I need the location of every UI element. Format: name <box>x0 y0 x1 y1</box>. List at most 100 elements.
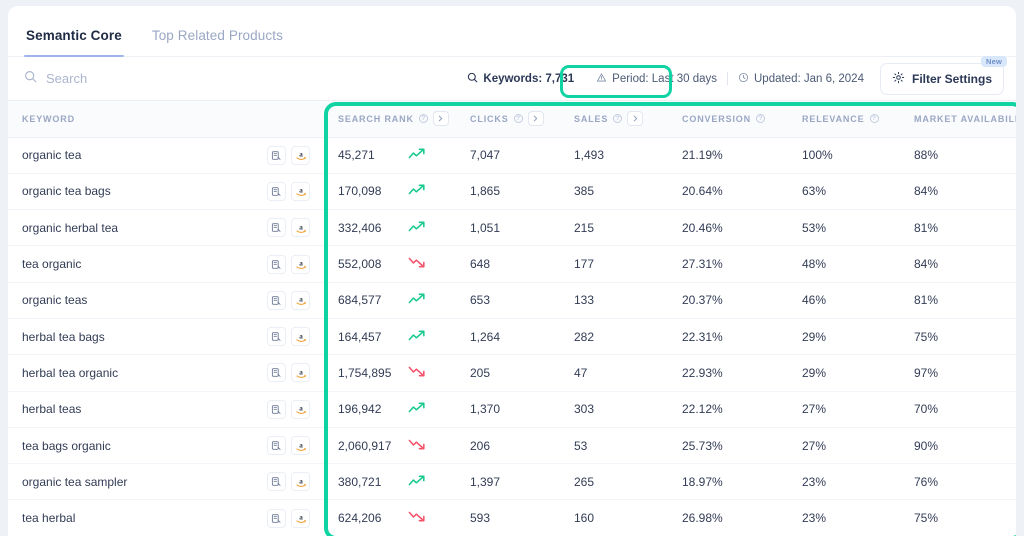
cell-clicks: 7,047 <box>456 137 560 174</box>
cell-search-rank: 196,942 <box>324 391 456 428</box>
column-header-keyword[interactable]: KEYWORD <box>8 101 324 138</box>
cell-market-availability: 84% <box>900 245 1016 283</box>
period-indicator[interactable]: Period: Last 30 days <box>586 72 727 86</box>
cell-sales: 215 <box>560 209 668 247</box>
cell-conversion: 21.19% <box>668 137 788 174</box>
search-rank-value: 380,721 <box>338 474 382 489</box>
cell-sales: 385 <box>560 173 668 211</box>
column-label: SALES <box>574 113 609 124</box>
amazon-icon[interactable]: a <box>291 363 310 383</box>
info-icon[interactable]: ? <box>613 114 623 124</box>
column-label: RELEVANCE <box>802 113 865 124</box>
keyword-analytics-icon[interactable] <box>267 218 286 238</box>
keywords-table: KEYWORD SEARCH RANK ? CLICKS ? SALES ? C… <box>8 101 1016 536</box>
amazon-icon[interactable]: a <box>291 399 310 419</box>
info-icon[interactable]: ? <box>756 114 766 124</box>
tab-bar: Semantic Core Top Related Products <box>8 6 1016 57</box>
amazon-icon[interactable]: a <box>291 472 310 492</box>
svg-text:a: a <box>299 405 303 413</box>
search-rank-value: 552,008 <box>338 257 382 272</box>
keyword-analytics-icon[interactable] <box>267 327 286 347</box>
cell-market-availability: 88% <box>900 137 1016 174</box>
keyword-analytics-icon[interactable] <box>267 363 286 383</box>
filter-settings-button[interactable]: Filter Settings New <box>879 55 1007 95</box>
tab-semantic-core[interactable]: Semantic Core <box>24 28 124 57</box>
table-row[interactable]: organic herbal tea a 332,406 1,051 215 20.46%… <box>8 209 1016 247</box>
search-input[interactable] <box>46 71 306 86</box>
search-box[interactable] <box>24 70 455 88</box>
cell-sales: 303 <box>560 391 668 428</box>
keyword-analytics-icon[interactable] <box>267 181 286 201</box>
cell-conversion: 18.97% <box>668 463 788 501</box>
column-header-market-availability[interactable]: MARKET AVAILABILITY ? <box>900 101 1016 138</box>
cell-conversion: 20.37% <box>668 282 788 319</box>
table-row[interactable]: tea organic a 552,008 648 177 27.31% 48% 84% <box>8 245 1016 283</box>
updated-indicator[interactable]: Updated: Jan 6, 2024 <box>728 72 874 86</box>
column-header-sales[interactable]: SALES ? <box>560 101 668 138</box>
search-rank-value: 45,271 <box>338 148 375 163</box>
table-row[interactable]: organic tea bags a 170,098 1,865 385 20.64% 63… <box>8 173 1016 211</box>
amazon-icon[interactable]: a <box>291 290 310 310</box>
table-row[interactable]: organic tea sampler a 380,721 1,397 265 18.97… <box>8 463 1016 501</box>
amazon-icon[interactable]: a <box>291 218 310 238</box>
cell-search-rank: 164,457 <box>324 318 456 356</box>
trend-down-icon <box>408 256 428 272</box>
keyword-analytics-icon[interactable] <box>267 145 286 165</box>
table-row[interactable]: tea herbal a 624,206 593 160 26.98% 23% 75% <box>8 499 1016 536</box>
amazon-icon[interactable]: a <box>291 327 310 347</box>
keyword-analytics-icon[interactable] <box>267 436 286 456</box>
info-icon[interactable]: ? <box>418 114 428 124</box>
cell-keyword: organic tea bags a <box>8 173 324 211</box>
keyword-label: tea organic <box>22 257 82 272</box>
search-rank-value: 624,206 <box>338 511 382 526</box>
keywords-count-chip[interactable]: Keywords: 7,731 <box>455 72 586 86</box>
cell-sales: 133 <box>560 282 668 319</box>
table-row[interactable]: herbal tea bags a 164,457 1,264 282 22.31% 29%… <box>8 318 1016 356</box>
svg-text:a: a <box>299 477 303 485</box>
search-icon <box>24 70 37 88</box>
table-row[interactable]: organic tea a 45,271 7,047 1,493 21.19% 100% 88… <box>8 137 1016 174</box>
info-icon[interactable]: ? <box>513 114 523 124</box>
keyword-label: herbal tea organic <box>22 365 119 380</box>
amazon-icon[interactable]: a <box>291 508 310 528</box>
column-header-relevance[interactable]: RELEVANCE ? <box>788 101 900 138</box>
chevron-right-icon[interactable] <box>527 111 544 127</box>
keyword-label: organic teas <box>22 293 88 308</box>
chevron-right-icon[interactable] <box>432 111 449 127</box>
table-row[interactable]: tea bags organic a 2,060,917 206 53 25.73% 27%… <box>8 427 1016 465</box>
svg-text:a: a <box>299 260 303 268</box>
amazon-icon[interactable]: a <box>291 436 310 456</box>
keyword-analytics-icon[interactable] <box>267 508 286 528</box>
cell-sales: 160 <box>560 499 668 536</box>
gear-icon <box>892 71 905 87</box>
keyword-analytics-icon[interactable] <box>267 290 286 310</box>
chevron-right-icon[interactable] <box>627 111 644 127</box>
cell-keyword: herbal tea organic a <box>8 354 324 392</box>
keyword-analytics-icon[interactable] <box>267 399 286 419</box>
tab-top-related-products[interactable]: Top Related Products <box>150 28 285 57</box>
column-header-conversion[interactable]: CONVERSION ? <box>668 101 788 138</box>
cell-conversion: 20.64% <box>668 173 788 211</box>
cell-market-availability: 97% <box>900 354 1016 392</box>
table-row[interactable]: herbal tea organic a 1,754,895 205 47 22.93% 2… <box>8 354 1016 392</box>
cell-conversion: 22.12% <box>668 391 788 428</box>
cell-search-rank: 624,206 <box>324 499 456 536</box>
cell-sales: 177 <box>560 245 668 283</box>
cell-sales: 47 <box>560 354 668 392</box>
keyword-analytics-icon[interactable] <box>267 254 286 274</box>
column-header-clicks[interactable]: CLICKS ? <box>456 101 560 138</box>
column-header-search-rank[interactable]: SEARCH RANK ? <box>324 101 456 138</box>
amazon-icon[interactable]: a <box>291 254 310 274</box>
keyword-analytics-icon[interactable] <box>267 472 286 492</box>
amazon-icon[interactable]: a <box>291 181 310 201</box>
amazon-icon[interactable]: a <box>291 145 310 165</box>
column-label: KEYWORD <box>22 113 75 124</box>
app-screen: Semantic Core Top Related Products Searc… <box>0 0 1024 536</box>
info-icon[interactable]: ? <box>869 114 879 124</box>
search-rank-value: 2,060,917 <box>338 438 392 453</box>
table-row[interactable]: organic teas a 684,577 653 133 20.37% 46% 81% <box>8 282 1016 319</box>
table-row[interactable]: herbal teas a 196,942 1,370 303 22.12% 27% 70% <box>8 391 1016 428</box>
new-badge: New <box>980 55 1007 67</box>
trend-up-icon <box>408 220 428 236</box>
cell-conversion: 25.73% <box>668 427 788 465</box>
